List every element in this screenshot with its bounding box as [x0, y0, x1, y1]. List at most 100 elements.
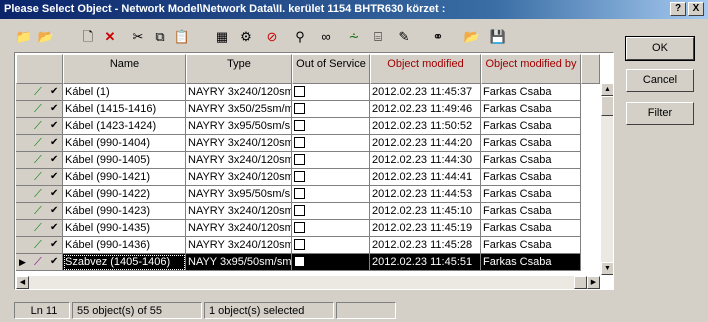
scroll-thumb[interactable] [601, 96, 613, 116]
filter-icon[interactable]: ⩪ [344, 26, 364, 48]
check-icon: ✔ [50, 154, 59, 165]
out-of-service-checkbox[interactable] [292, 220, 370, 237]
row-indicator[interactable]: ⟋ ✔ [16, 220, 63, 237]
cell-modified: 2012.02.23 11:44:41 [370, 169, 481, 186]
table-row[interactable]: ⟋ ✔ Kábel (990-1436) NAYRY 3x240/120sm 2012.… [16, 237, 600, 254]
filter-button[interactable]: Filter [626, 102, 694, 125]
cell-name: Kábel (1415-1416) [63, 101, 186, 118]
table-row[interactable]: ⟋ ✔ Kábel (990-1422) NAYRY 3x95/50sm/s 2012.… [16, 186, 600, 203]
row-indicator[interactable]: ⟋ ✔ [16, 135, 63, 152]
up-folder-icon[interactable]: 📁 [14, 26, 34, 48]
out-of-service-checkbox[interactable] [292, 186, 370, 203]
copy-icon[interactable]: ⧉ [150, 26, 170, 48]
cut-icon[interactable]: ✂ [128, 26, 148, 48]
cell-type: NAYRY 3x240/120sm [186, 84, 292, 101]
row-indicator[interactable]: ⟋ ✔ [16, 186, 63, 203]
out-of-service-checkbox[interactable] [292, 84, 370, 101]
out-of-service-checkbox[interactable] [292, 203, 370, 220]
row-indicator[interactable]: ⟋ ✔ [16, 84, 63, 101]
row-indicator[interactable]: ▶ ⟋ ✔ [16, 254, 63, 271]
check-icon: ✔ [50, 120, 59, 131]
table-row[interactable]: ⟋ ✔ Kábel (990-1405) NAYRY 3x240/120sm 2012.… [16, 152, 600, 169]
check-icon: ✔ [50, 171, 59, 182]
cell-name: Kábel (1423-1424) [63, 118, 186, 135]
status-extra [336, 302, 396, 319]
cell-modified: 2012.02.23 11:44:20 [370, 135, 481, 152]
out-of-service-checkbox[interactable] [292, 152, 370, 169]
link-icon: ⟋ [34, 171, 42, 183]
close-button[interactable]: X [688, 2, 704, 16]
paste-icon[interactable]: 📋 [172, 26, 192, 48]
table-row[interactable]: ⟋ ✔ Kábel (990-1423) NAYRY 3x240/120sm 2012.… [16, 203, 600, 220]
header-object-modified[interactable]: Object modified [370, 54, 481, 84]
table-row[interactable]: ⟋ ✔ Kábel (1415-1416) NAYRY 3x50/25sm/m 2012… [16, 101, 600, 118]
row-indicator[interactable]: ⟋ ✔ [16, 152, 63, 169]
edit-icon[interactable]: ✎ [394, 26, 414, 48]
delete-icon[interactable]: ✕ [100, 26, 120, 48]
link-icon: ⟋ [34, 86, 42, 98]
table-row[interactable]: ⟋ ✔ Kábel (1423-1424) NAYRY 3x95/50sm/s 2012… [16, 118, 600, 135]
cell-by: Farkas Csaba [481, 135, 581, 152]
help-button[interactable]: ? [670, 2, 686, 16]
table-row[interactable]: ⟋ ✔ Kábel (990-1421) NAYRY 3x240/120sm 2012.… [16, 169, 600, 186]
check-icon: ✔ [50, 137, 59, 148]
row-indicator[interactable]: ⟋ ✔ [16, 101, 63, 118]
out-of-service-checkbox[interactable] [292, 118, 370, 135]
out-of-service-checkbox[interactable] [292, 101, 370, 118]
cell-name: Szabvez (1405-1406) [63, 254, 186, 271]
row-indicator[interactable]: ⟋ ✔ [16, 169, 63, 186]
open-folder-icon[interactable]: 📂 [462, 26, 482, 48]
link-icon: ⟋ [34, 188, 42, 200]
header-out-of-service[interactable]: Out of Service [292, 54, 370, 84]
table-row[interactable]: ⟋ ✔ Kábel (990-1435) NAYRY 3x240/120sm 2012.… [16, 220, 600, 237]
save-icon[interactable]: 💾 [488, 26, 508, 48]
cell-name: Kábel (990-1421) [63, 169, 186, 186]
link-icon: ⟋ [34, 239, 42, 251]
forbidden-icon[interactable]: ⊘ [262, 26, 282, 48]
cell-by: Farkas Csaba [481, 101, 581, 118]
scroll-right-icon[interactable]: ▶ [587, 276, 600, 289]
cell-modified: 2012.02.23 11:44:30 [370, 152, 481, 169]
cell-modified: 2012.02.23 11:44:53 [370, 186, 481, 203]
scroll-down-icon[interactable]: ▼ [601, 262, 613, 275]
header-type[interactable]: Type [186, 54, 292, 84]
tools-icon[interactable]: ⚙ [236, 26, 256, 48]
horizontal-scrollbar[interactable]: ◀ ▶ [16, 276, 600, 289]
folder-up-icon[interactable]: 📂 [36, 26, 56, 48]
binoculars-icon[interactable]: ⚭ [428, 26, 448, 48]
out-of-service-checkbox[interactable] [292, 237, 370, 254]
cell-type: NAYRY 3x95/50sm/s [186, 118, 292, 135]
view-icon[interactable]: ∞ [316, 26, 336, 48]
header-name[interactable]: Name [63, 54, 186, 84]
check-icon: ✔ [50, 188, 59, 199]
row-indicator[interactable]: ⟋ ✔ [16, 118, 63, 135]
cell-type: NAYRY 3x95/50sm/s [186, 186, 292, 203]
header-object-modified-by[interactable]: Object modified by [481, 54, 581, 84]
link-icon: ⟋ [34, 103, 42, 115]
out-of-service-checkbox[interactable] [292, 135, 370, 152]
cell-modified: 2012.02.23 11:45:19 [370, 220, 481, 237]
vertical-scrollbar[interactable]: ▲ ▼ [601, 83, 613, 275]
new-icon[interactable]: 🗋 [78, 26, 98, 48]
out-of-service-checkbox[interactable] [292, 169, 370, 186]
row-indicator[interactable]: ⟋ ✔ [16, 203, 63, 220]
title-bar: Please Select Object - Network Model\Net… [0, 0, 708, 19]
object-grid[interactable]: Name Type Out of Service Object modified… [14, 52, 614, 290]
table-row[interactable]: ⟋ ✔ Kábel (1) NAYRY 3x240/120sm 2012.02.23 1… [16, 84, 600, 101]
properties-icon[interactable]: ▦ [212, 26, 232, 48]
tree-icon[interactable]: ⌸ [368, 26, 388, 48]
check-icon: ✔ [50, 222, 59, 233]
window-title: Please Select Object - Network Model\Net… [4, 3, 446, 15]
scroll-thumb-h[interactable] [574, 276, 587, 289]
search-settings-icon[interactable]: ⚲ [290, 26, 310, 48]
cell-by: Farkas Csaba [481, 84, 581, 101]
cell-type: NAYRY 3x240/120sm [186, 203, 292, 220]
table-row[interactable]: ⟋ ✔ Kábel (990-1404) NAYRY 3x240/120sm 2012.… [16, 135, 600, 152]
ok-button[interactable]: OK [625, 36, 695, 61]
scroll-up-icon[interactable]: ▲ [601, 83, 613, 96]
cancel-button[interactable]: Cancel [626, 69, 694, 92]
table-row[interactable]: ▶ ⟋ ✔ Szabvez (1405-1406) NAYY 3x95/50sm/sm 2… [16, 254, 600, 271]
out-of-service-checkbox[interactable] [292, 254, 370, 271]
scroll-left-icon[interactable]: ◀ [16, 276, 29, 289]
row-indicator[interactable]: ⟋ ✔ [16, 237, 63, 254]
